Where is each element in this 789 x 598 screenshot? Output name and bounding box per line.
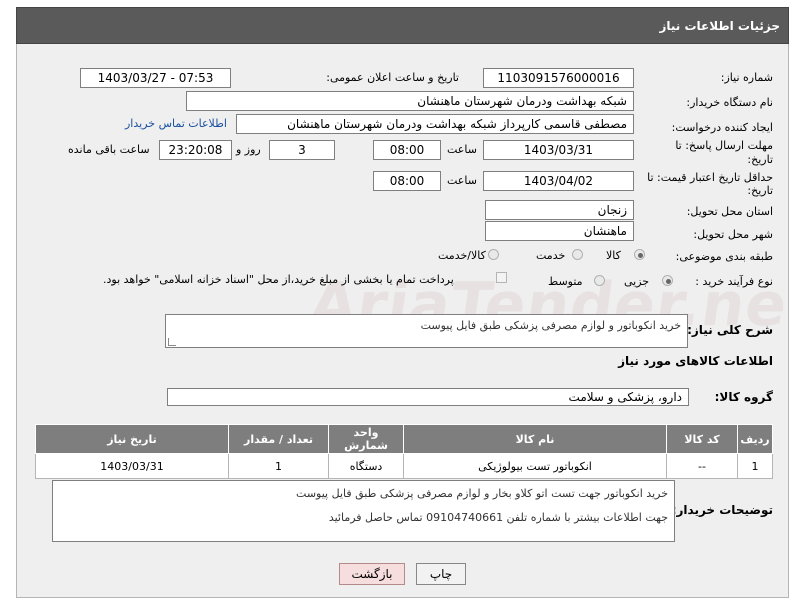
page-title: جزئیات اطلاعات نیاز — [659, 19, 780, 33]
process-radio-medium[interactable] — [594, 275, 605, 286]
delivery-province-label: استان محل تحویل: — [686, 205, 773, 218]
col-unit: واحد شمارش — [328, 424, 404, 454]
buyer-notes-line-1: خرید انکوباتور جهت تست اتو کلاو بخار و ل… — [296, 487, 668, 500]
remaining-time-field[interactable]: 23:20:08 — [159, 140, 232, 160]
delivery-city-label: شهر محل تحویل: — [693, 228, 773, 241]
col-quantity: تعداد / مقدار — [228, 424, 329, 454]
category-label: طبقه بندی موضوعی: — [675, 250, 773, 263]
creator-field[interactable]: مصطفی قاسمی کارپرداز شبکه بهداشت ودرمان … — [236, 114, 634, 134]
category-option-goods: کالا — [606, 249, 621, 262]
process-radio-minor[interactable] — [662, 275, 673, 286]
goods-group-field[interactable]: دارو، پزشکی و سلامت — [167, 388, 689, 406]
category-option-service: خدمت — [536, 249, 566, 262]
resize-grip-icon[interactable] — [168, 338, 176, 346]
announce-datetime-field[interactable]: 1403/03/27 - 07:53 — [80, 68, 231, 88]
col-code: کد کالا — [666, 424, 738, 454]
response-date-field[interactable]: 1403/03/31 — [483, 140, 634, 160]
cell-code: -- — [666, 453, 738, 479]
delivery-province-field[interactable]: زنجان — [485, 200, 634, 220]
price-validity-time-field[interactable]: 08:00 — [373, 171, 441, 191]
response-time-label: ساعت — [447, 143, 477, 156]
print-button[interactable]: چاپ — [416, 563, 466, 585]
cell-row: 1 — [737, 453, 773, 479]
remaining-time-label: ساعت باقی مانده — [68, 143, 150, 156]
buyer-notes-label: توضیحات خریدار: — [671, 503, 773, 517]
announce-datetime-label: تاریخ و ساعت اعلان عمومی: — [326, 71, 459, 84]
buyer-name-field[interactable]: شبکه بهداشت ودرمان شهرستان ماهنشان — [186, 91, 634, 111]
process-type-label: نوع فرآیند خرید : — [695, 275, 773, 288]
process-option-medium: متوسط — [548, 275, 583, 288]
treasury-payment-checkbox[interactable] — [496, 272, 507, 283]
buyer-name-label: نام دستگاه خریدار: — [686, 96, 773, 109]
response-days-label: روز و — [236, 143, 261, 156]
back-button[interactable]: بازگشت — [339, 563, 405, 585]
general-description-label: شرح کلی نیاز: — [687, 323, 773, 337]
buyer-contact-link[interactable]: اطلاعات تماس خریدار — [125, 117, 227, 130]
price-validity-label: حداقل تاریخ اعتبار قیمت: تا — [647, 171, 773, 184]
goods-group-label: گروه کالا: — [714, 390, 773, 404]
creator-label: ایجاد کننده درخواست: — [671, 121, 773, 134]
category-radio-goods[interactable] — [634, 249, 645, 260]
cell-quantity: 1 — [228, 453, 329, 479]
need-number-field[interactable]: 1103091576000016 — [483, 68, 634, 88]
cell-unit: دستگاه — [328, 453, 404, 479]
col-row: ردیف — [737, 424, 773, 454]
category-radio-both[interactable] — [488, 249, 499, 260]
need-number-label: شماره نیاز: — [720, 71, 773, 84]
page-header: جزئیات اطلاعات نیاز — [16, 7, 789, 44]
col-need-date: تاریخ نیاز — [35, 424, 229, 454]
response-deadline-label-date: تاریخ: — [747, 153, 773, 166]
cell-need-date: 1403/03/31 — [35, 453, 229, 479]
goods-section-title: اطلاعات کالاهای مورد نیاز — [618, 354, 773, 368]
general-description-textarea[interactable]: خرید انکوباتور و لوازم مصرفی پزشکی طبق ف… — [165, 314, 688, 348]
goods-table-header: ردیف کد کالا نام کالا واحد شمارش تعداد /… — [35, 424, 773, 454]
process-option-minor: جزیی — [624, 275, 650, 288]
buyer-notes-textarea[interactable]: خرید انکوباتور جهت تست اتو کلاو بخار و ل… — [52, 480, 675, 542]
buyer-notes-line-2: جهت اطلاعات بیشتر با شماره تلفن 09104740… — [328, 511, 668, 524]
cell-name: انکوباتور تست بیولوژیکی — [403, 453, 667, 479]
response-deadline-label: مهلت ارسال پاسخ: تا — [675, 139, 773, 152]
treasury-payment-note: پرداخت تمام یا بخشی از مبلغ خرید،از محل … — [103, 273, 454, 286]
response-days-field[interactable]: 3 — [269, 140, 335, 160]
price-validity-time-label: ساعت — [447, 174, 477, 187]
category-radio-service[interactable] — [572, 249, 583, 260]
category-option-both: کالا/خدمت — [438, 249, 486, 262]
delivery-city-field[interactable]: ماهنشان — [485, 221, 634, 241]
general-description-text: خرید انکوباتور و لوازم مصرفی پزشکی طبق ف… — [420, 319, 681, 332]
goods-table: ردیف کد کالا نام کالا واحد شمارش تعداد /… — [35, 424, 773, 479]
price-validity-label-date: تاریخ: — [747, 184, 773, 197]
col-name: نام کالا — [403, 424, 667, 454]
price-validity-date-field[interactable]: 1403/04/02 — [483, 171, 634, 191]
response-time-field[interactable]: 08:00 — [373, 140, 441, 160]
table-row[interactable]: 1 -- انکوباتور تست بیولوژیکی دستگاه 1 14… — [35, 453, 773, 479]
